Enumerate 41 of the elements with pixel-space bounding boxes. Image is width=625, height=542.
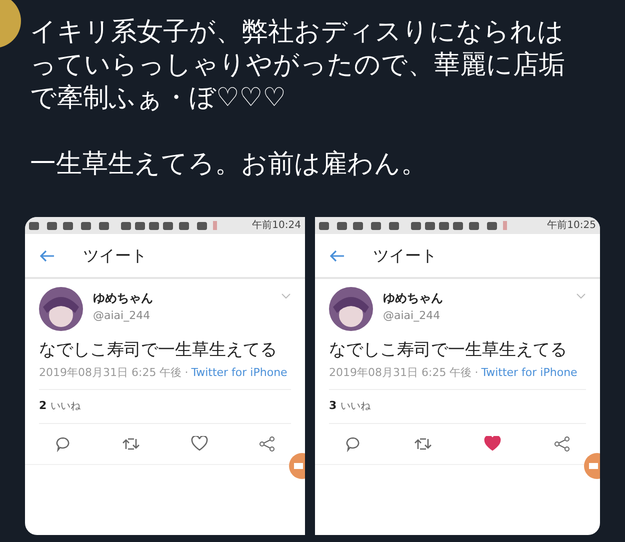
camera-icon	[589, 463, 598, 469]
user-name: ゆめちゃん	[383, 290, 444, 307]
tweet-text: なでしこ寿司で一生草生えてる	[39, 339, 278, 362]
source-link[interactable]: Twitter for iPhone	[191, 366, 288, 379]
tweet-text: っていらっしゃりやがったので、華麗に店垢	[30, 49, 566, 82]
like-label: いいね	[50, 400, 81, 414]
reply-icon[interactable]	[55, 436, 71, 452]
tweet-text: なでしこ寿司で一生草生えてる	[329, 339, 568, 362]
avatar	[0, 0, 22, 48]
avatar	[39, 287, 83, 331]
camera-icon	[294, 463, 303, 469]
separator: ·	[184, 366, 190, 379]
tweet-date: 2019年08月31日 6:25 午後	[39, 366, 182, 379]
tweet-text: で牽制ふぁ・ぼ♡♡♡	[30, 82, 287, 115]
retweet-icon[interactable]	[122, 436, 140, 450]
tweet-date: 2019年08月31日 6:25 午後	[329, 366, 472, 379]
like-count: 2	[39, 398, 47, 414]
source-link[interactable]: Twitter for iPhone	[481, 366, 578, 379]
heart-icon[interactable]	[191, 436, 208, 451]
back-arrow-icon[interactable]	[329, 250, 345, 262]
separator: ·	[474, 366, 480, 379]
heart-icon[interactable]	[484, 436, 502, 451]
tweet-text: イキリ系女子が、弊社おディスりになられは	[30, 16, 565, 49]
header-title: ツイート	[83, 244, 147, 266]
back-arrow-icon[interactable]	[39, 250, 55, 262]
user-handle: @aiai_244	[383, 308, 442, 324]
retweet-icon[interactable]	[414, 436, 432, 450]
user-handle: @aiai_244	[93, 308, 152, 324]
avatar	[329, 287, 373, 331]
tweet-text: 一生草生えてろ。お前は雇わん。	[30, 148, 428, 181]
share-icon[interactable]	[259, 436, 275, 452]
like-count: 3	[329, 398, 337, 414]
reply-icon[interactable]	[345, 436, 361, 452]
battery-icon	[213, 221, 217, 230]
user-name: ゆめちゃん	[93, 290, 154, 307]
share-icon[interactable]	[554, 436, 570, 452]
header-title: ツイート	[373, 244, 437, 266]
status-time: 午前10:24	[252, 219, 301, 233]
battery-icon	[503, 221, 507, 230]
status-time: 午前10:25	[547, 219, 596, 233]
like-label: いいね	[340, 400, 371, 414]
